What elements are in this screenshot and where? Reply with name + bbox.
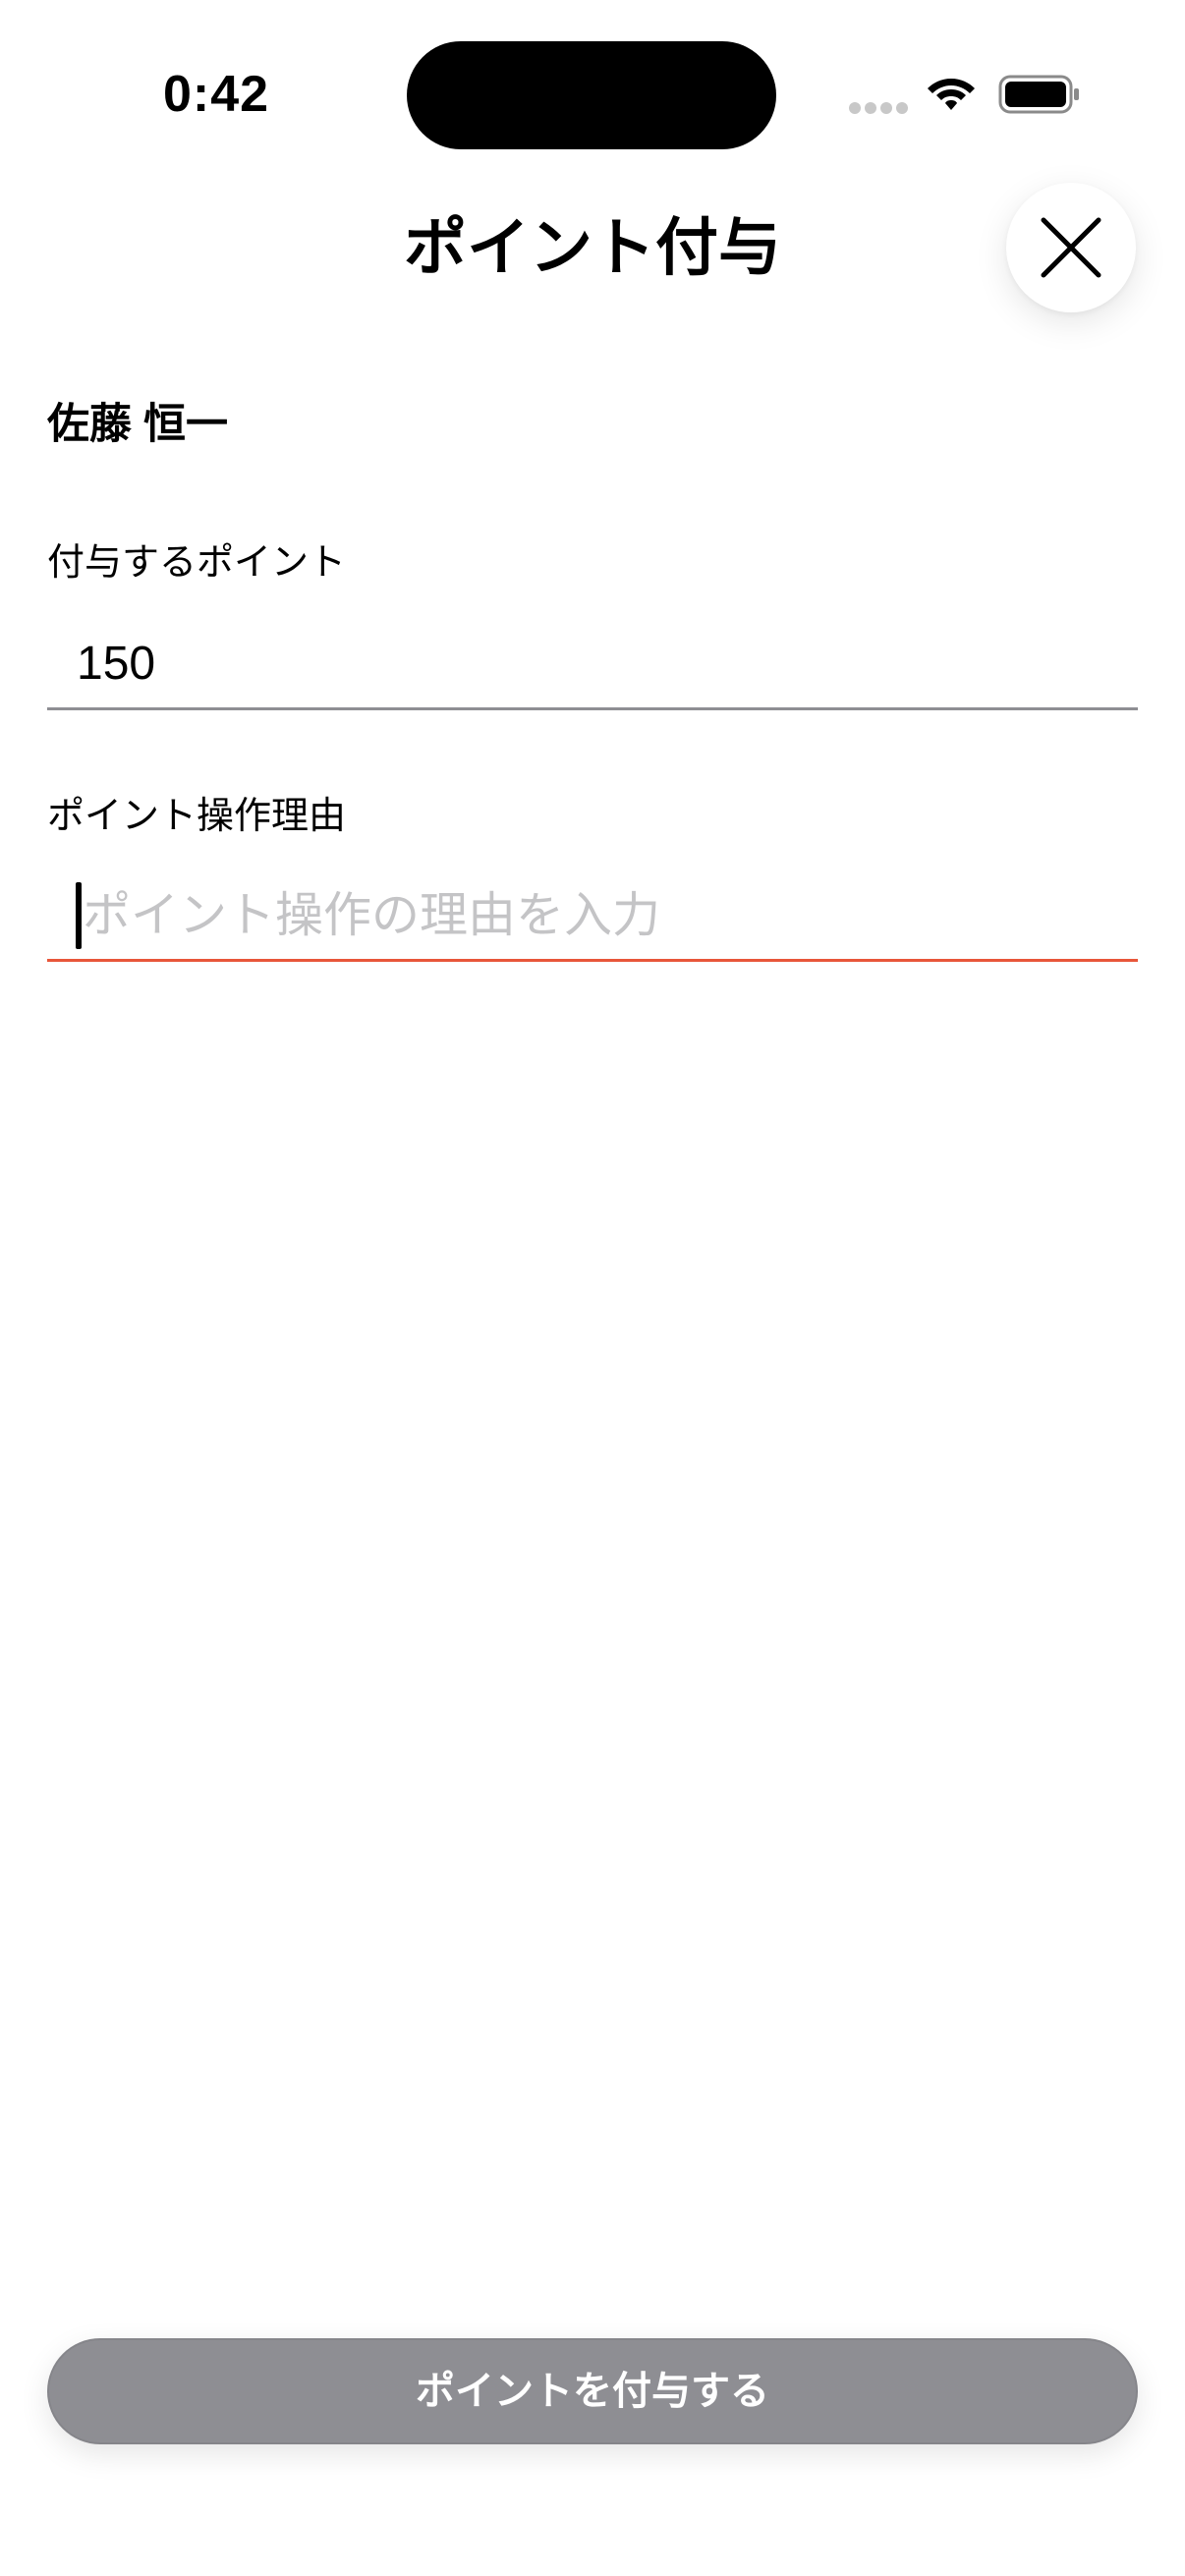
cellular-signal-icon [849,102,908,116]
points-input-value: 150 [77,638,156,690]
battery-icon [998,75,1079,114]
dynamic-island [407,41,776,149]
points-field-label: 付与するポイント [47,542,347,584]
points-input[interactable]: 150 [47,623,1138,710]
user-name: 佐藤 恒一 [47,401,228,448]
close-button[interactable] [1006,183,1136,312]
status-time: 0:42 [163,66,270,123]
reason-field-label: ポイント操作理由 [47,796,347,837]
text-cursor [76,882,82,949]
close-icon [1041,217,1101,278]
reason-input[interactable]: ポイント操作の理由を入力 [47,874,1138,962]
reason-input-placeholder: ポイント操作の理由を入力 [83,889,661,942]
grant-points-button[interactable]: ポイントを付与する [47,2338,1138,2444]
wifi-icon [928,79,975,110]
status-bar: 0:42 [0,0,1185,157]
